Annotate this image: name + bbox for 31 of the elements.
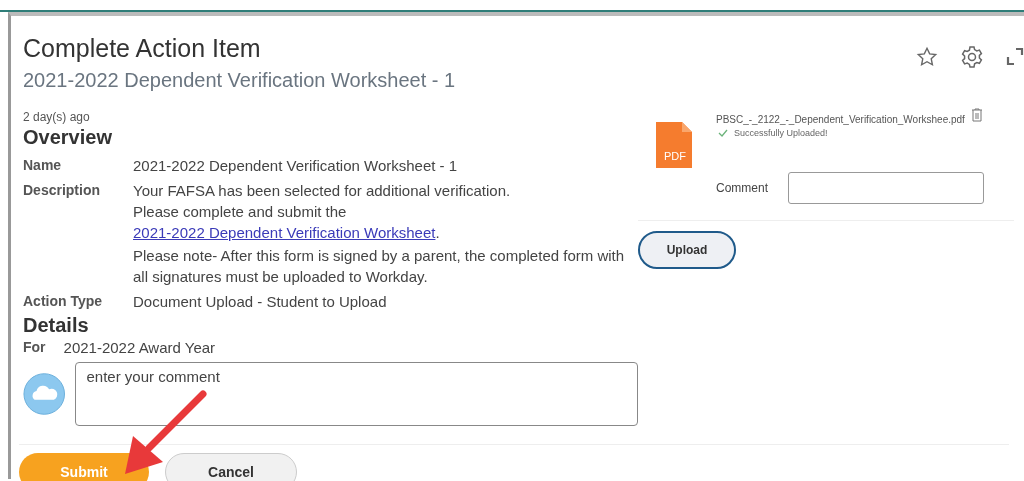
field-label: Name: [23, 156, 63, 175]
field-label: Action Type: [23, 292, 104, 311]
comment-label: Comment: [716, 181, 768, 195]
worksheet-link[interactable]: 2021-2022 Dependent Verification Worksheet: [133, 224, 436, 241]
dialog-title: Complete Action Item: [23, 34, 262, 63]
field-label: Description: [23, 181, 101, 200]
note-text: Please note- After this form is signed by a parent, the completed form with all signatures must be uploaded to Workday.: [133, 246, 626, 287]
description-text: Please complete and submit the 2021-2022 Dependent Verification Worksheet.: [133, 202, 441, 243]
comment-field[interactable]: enter your comment: [75, 362, 638, 426]
description-text: Your FAFSA has been selected for additional verification.: [133, 181, 512, 201]
comment-input[interactable]: [788, 172, 984, 204]
file-name: PBSC_-_2122_-_Dependent_Verification_Workshee.pdf: [716, 114, 965, 125]
upload-button[interactable]: Upload: [638, 231, 736, 269]
star-icon[interactable]: [916, 46, 938, 68]
field-label: For: [23, 338, 46, 357]
field-value: 2021-2022 Dependent Verification Worksheet - 1: [133, 156, 459, 176]
field-value: Document Upload - Student to Upload: [133, 292, 388, 312]
section-heading: Details: [23, 314, 90, 337]
pdf-file-icon: [656, 122, 692, 168]
cancel-button[interactable]: Cancel: [165, 453, 297, 481]
settings-icon[interactable]: [960, 45, 984, 69]
field-value: 2021-2022 Award Year: [63, 338, 216, 358]
avatar-icon: [23, 372, 66, 416]
upload-status: Successfully Uploaded!: [734, 128, 828, 138]
delete-icon[interactable]: [970, 108, 983, 122]
expand-icon[interactable]: [1006, 47, 1024, 67]
timestamp: 2 day(s) ago: [23, 110, 91, 124]
check-icon: [718, 129, 728, 137]
dialog-subtitle: 2021-2022 Dependent Verification Worksheet - 1: [23, 69, 456, 92]
file-type-label: PDF: [664, 150, 686, 162]
section-heading: Overview: [23, 126, 113, 149]
